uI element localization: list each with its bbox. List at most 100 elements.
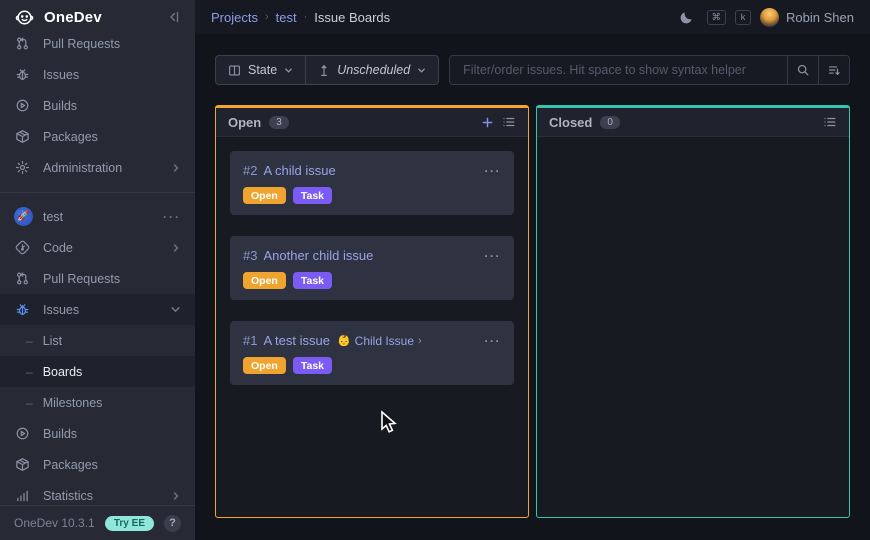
- issue-card[interactable]: #3Another child issue···OpenTask: [230, 236, 514, 300]
- sidebar-item-pull-requests[interactable]: Pull Requests: [0, 263, 195, 294]
- sidebar-item-label: Builds: [43, 427, 181, 441]
- package-icon: [14, 128, 31, 145]
- page-title: Issue Boards: [314, 10, 390, 25]
- sidebar-item-code[interactable]: Code: [0, 232, 195, 263]
- play-circle-icon: [14, 425, 31, 442]
- state-dropdown-button[interactable]: State: [215, 55, 306, 85]
- sidebar-item-issues[interactable]: Issues: [0, 59, 195, 90]
- chevron-down-icon: [417, 66, 426, 75]
- board-column-closed: Closed 0: [536, 105, 850, 518]
- dash-icon: –: [26, 365, 33, 379]
- board-columns-icon: [228, 64, 241, 77]
- column-body: [537, 137, 849, 517]
- sidebar-item-packages[interactable]: Packages: [0, 121, 195, 152]
- header-actions: ⌘ k Robin Shen: [679, 8, 854, 27]
- issue-title[interactable]: A child issue: [263, 163, 335, 178]
- toolbar: State Unscheduled: [215, 55, 850, 85]
- column-count-badge: 0: [600, 116, 620, 129]
- sort-order-icon[interactable]: [818, 56, 849, 84]
- filter-bar: [449, 55, 850, 85]
- filter-input[interactable]: [450, 56, 787, 84]
- sidebar-item-label: Administration: [43, 161, 165, 175]
- user-name: Robin Shen: [786, 10, 854, 25]
- issue-card[interactable]: #2A child issue···OpenTask: [230, 151, 514, 215]
- breadcrumb-project-link[interactable]: test: [276, 10, 297, 25]
- shortcut-k-key: k: [735, 10, 751, 25]
- sidebar-item-builds[interactable]: Builds: [0, 90, 195, 121]
- column-header: Open3: [216, 108, 528, 137]
- card-more-icon[interactable]: ···: [485, 252, 502, 260]
- chevron-down-icon: [284, 66, 293, 75]
- user-menu[interactable]: Robin Shen: [760, 8, 854, 27]
- rocket-avatar-icon: 🚀: [14, 207, 33, 226]
- task-badge: Task: [293, 357, 332, 374]
- sidebar-item-issues[interactable]: Issues: [0, 294, 195, 325]
- column-body: #2A child issue···OpenTask#3Another chil…: [216, 137, 528, 517]
- code-icon: [14, 239, 31, 256]
- sidebar-item-label: Builds: [43, 99, 181, 113]
- top-header: Projects › test · Issue Boards ⌘ k Robin…: [195, 0, 870, 34]
- chevron-down-icon: [170, 304, 181, 315]
- column-title: Closed: [549, 115, 592, 130]
- sidebar-collapse-icon[interactable]: [166, 9, 182, 25]
- version-label: OneDev 10.3.1: [14, 516, 95, 530]
- gear-icon: [14, 159, 31, 176]
- sidebar-item-administration[interactable]: Administration: [0, 152, 195, 183]
- chevron-right-icon: ›: [418, 335, 422, 347]
- sidebar-item-label: Boards: [43, 365, 181, 379]
- column-header: Closed 0: [537, 108, 849, 137]
- main-area: Projects › test · Issue Boards ⌘ k Robin…: [195, 0, 870, 540]
- card-badges: OpenTask: [243, 272, 501, 289]
- sidebar-item-test[interactable]: 🚀 test···: [0, 201, 195, 232]
- sidebar: OneDev Pull RequestsIssuesBuildsPackages…: [0, 0, 195, 540]
- play-circle-icon: [14, 97, 31, 114]
- card-badges: Open Task: [243, 357, 501, 374]
- dark-mode-toggle-icon[interactable]: [679, 10, 694, 25]
- sidebar-item-label: Pull Requests: [43, 37, 181, 51]
- sidebar-nav: Pull RequestsIssuesBuildsPackagesAdminis…: [0, 28, 195, 505]
- sidebar-divider: [0, 192, 195, 193]
- package-icon: [14, 456, 31, 473]
- shortcut-cmd-key: ⌘: [707, 10, 727, 25]
- sidebar-item-packages[interactable]: Packages: [0, 449, 195, 480]
- milestone-icon: [318, 64, 330, 77]
- breadcrumb-separator: ›: [265, 11, 269, 23]
- card-badges: OpenTask: [243, 187, 501, 204]
- sidebar-item-label: Code: [43, 241, 165, 255]
- sidebar-item-label: test: [43, 210, 163, 224]
- card-title-row: #2A child issue···: [243, 163, 501, 178]
- breadcrumb-projects-link[interactable]: Projects: [211, 10, 258, 25]
- sidebar-item-list[interactable]: –List: [0, 325, 195, 356]
- card-more-icon[interactable]: ···: [485, 167, 502, 175]
- sidebar-item-milestones[interactable]: –Milestones: [0, 387, 195, 418]
- sidebar-item-builds[interactable]: Builds: [0, 418, 195, 449]
- column-menu-icon[interactable]: [823, 115, 837, 129]
- state-dropdown-label: State: [248, 63, 277, 77]
- sidebar-item-label: Milestones: [43, 396, 181, 410]
- avatar: [760, 8, 779, 27]
- app-title: OneDev: [44, 9, 166, 26]
- more-actions-icon[interactable]: ···: [163, 210, 181, 224]
- help-button[interactable]: ?: [164, 515, 181, 532]
- open-badge: Open: [243, 357, 286, 374]
- board-column-open: Open3#2A child issue···OpenTask#3Another…: [215, 105, 529, 518]
- pull-request-icon: [14, 270, 31, 287]
- search-icon[interactable]: [787, 56, 818, 84]
- card-more-icon[interactable]: ···: [485, 337, 502, 345]
- sidebar-item-pull-requests[interactable]: Pull Requests: [0, 28, 195, 59]
- breadcrumb-separator: ·: [304, 11, 308, 23]
- linked-issue[interactable]: 👶Child Issue›: [337, 334, 422, 348]
- milestone-dropdown-button[interactable]: Unscheduled: [306, 55, 439, 85]
- sidebar-item-statistics[interactable]: Statistics: [0, 480, 195, 505]
- add-issue-icon[interactable]: [481, 116, 494, 129]
- try-ee-badge[interactable]: Try EE: [105, 516, 154, 531]
- sidebar-item-label: List: [43, 334, 181, 348]
- chevron-right-icon: [171, 163, 181, 173]
- column-menu-icon[interactable]: [502, 115, 516, 129]
- issue-title[interactable]: A test issue: [263, 333, 329, 348]
- sidebar-nav-project: 🚀test···CodePull RequestsIssues–List–Boa…: [0, 201, 195, 505]
- sidebar-item-label: Issues: [43, 68, 181, 82]
- sidebar-item-boards[interactable]: –Boards: [0, 356, 195, 387]
- issue-title[interactable]: Another child issue: [263, 248, 373, 263]
- issue-card[interactable]: #1A test issue👶Child Issue›···OpenTask: [230, 321, 514, 385]
